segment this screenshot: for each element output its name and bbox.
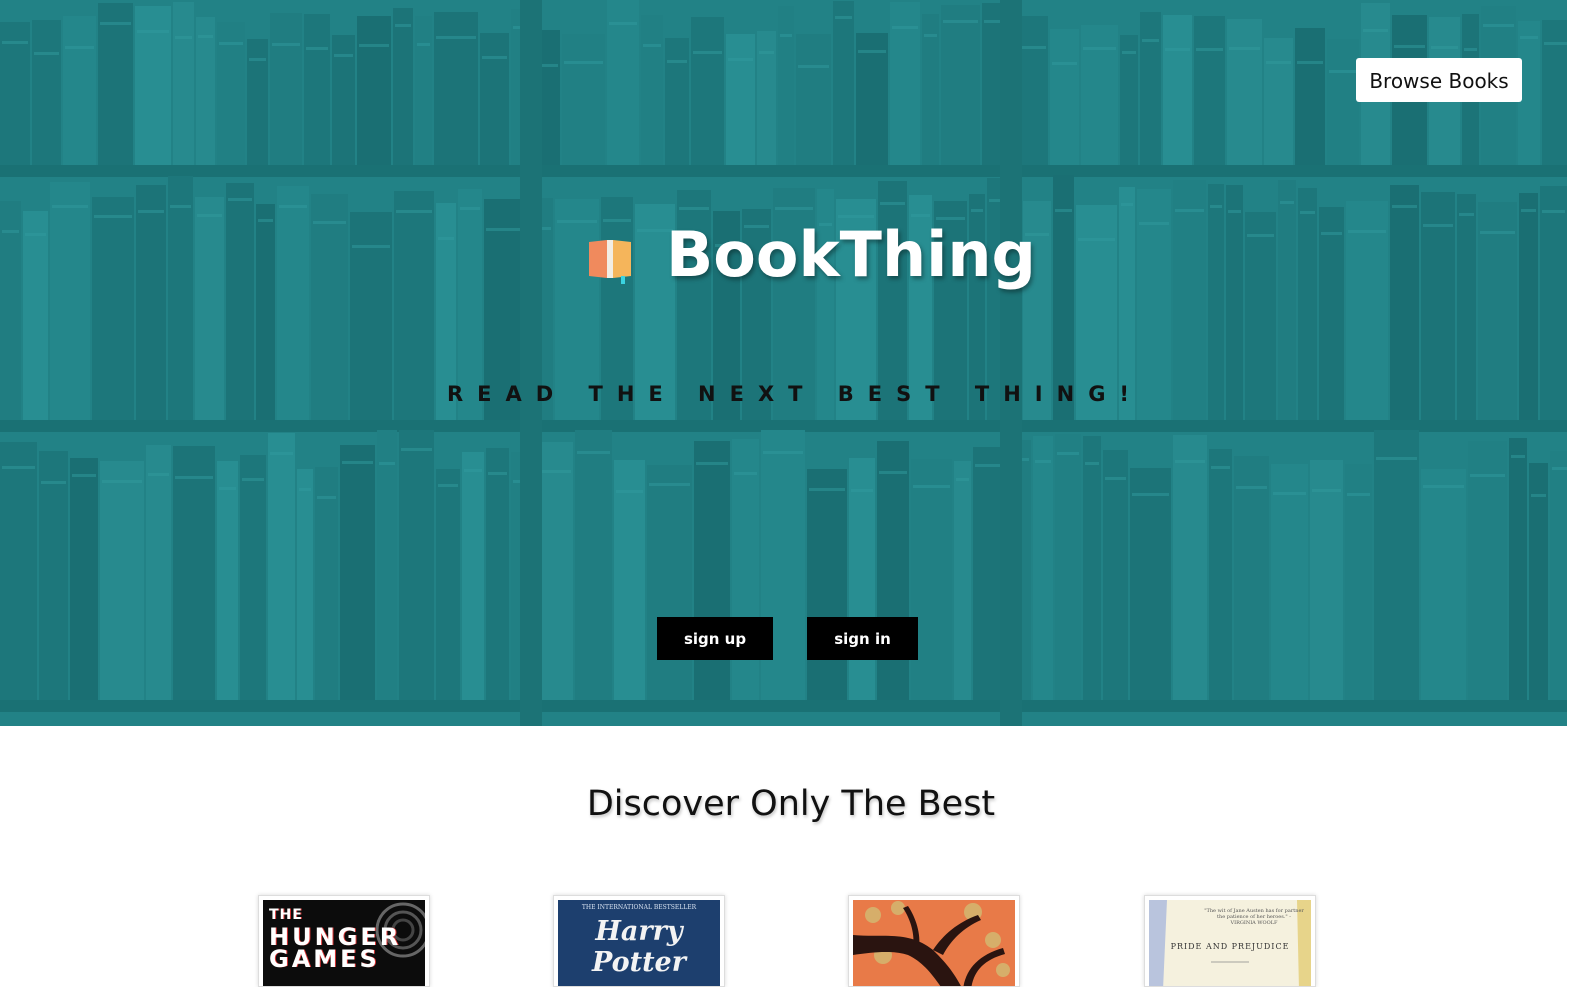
cover-title: Harry Potter xyxy=(592,916,686,978)
discover-title: Discover Only The Best xyxy=(586,784,996,824)
cover-title: PRIDE AND PREJUDICE xyxy=(1170,942,1290,951)
cover-tagline: THE INTERNATIONAL BESTSELLER xyxy=(581,904,697,911)
brand-title: BookThing xyxy=(666,218,1036,291)
open-book-icon xyxy=(589,240,631,284)
book-card-tree[interactable] xyxy=(848,895,1020,987)
browse-books-button[interactable]: Browse Books xyxy=(1356,58,1522,102)
book-card-pride-and-prejudice[interactable]: "The wit of Jane Austen has for partner … xyxy=(1144,895,1316,987)
tagline: READ THE NEXT BEST THING! xyxy=(446,382,1144,406)
book-card-hunger-games[interactable]: THE HUNGER GAMES xyxy=(258,895,430,987)
sign-up-button[interactable]: sign up xyxy=(657,617,773,660)
sign-in-button[interactable]: sign in xyxy=(807,617,918,660)
hero-overlay xyxy=(0,0,1567,726)
cover-quote: "The wit of Jane Austen has for partner … xyxy=(1204,908,1304,926)
book-card-harry-potter[interactable]: THE INTERNATIONAL BESTSELLER Harry Potte… xyxy=(553,895,725,987)
cover-title: THE HUNGER GAMES xyxy=(269,907,402,973)
hero-section: Browse Books BookThing READ THE NEXT BES… xyxy=(0,0,1567,726)
